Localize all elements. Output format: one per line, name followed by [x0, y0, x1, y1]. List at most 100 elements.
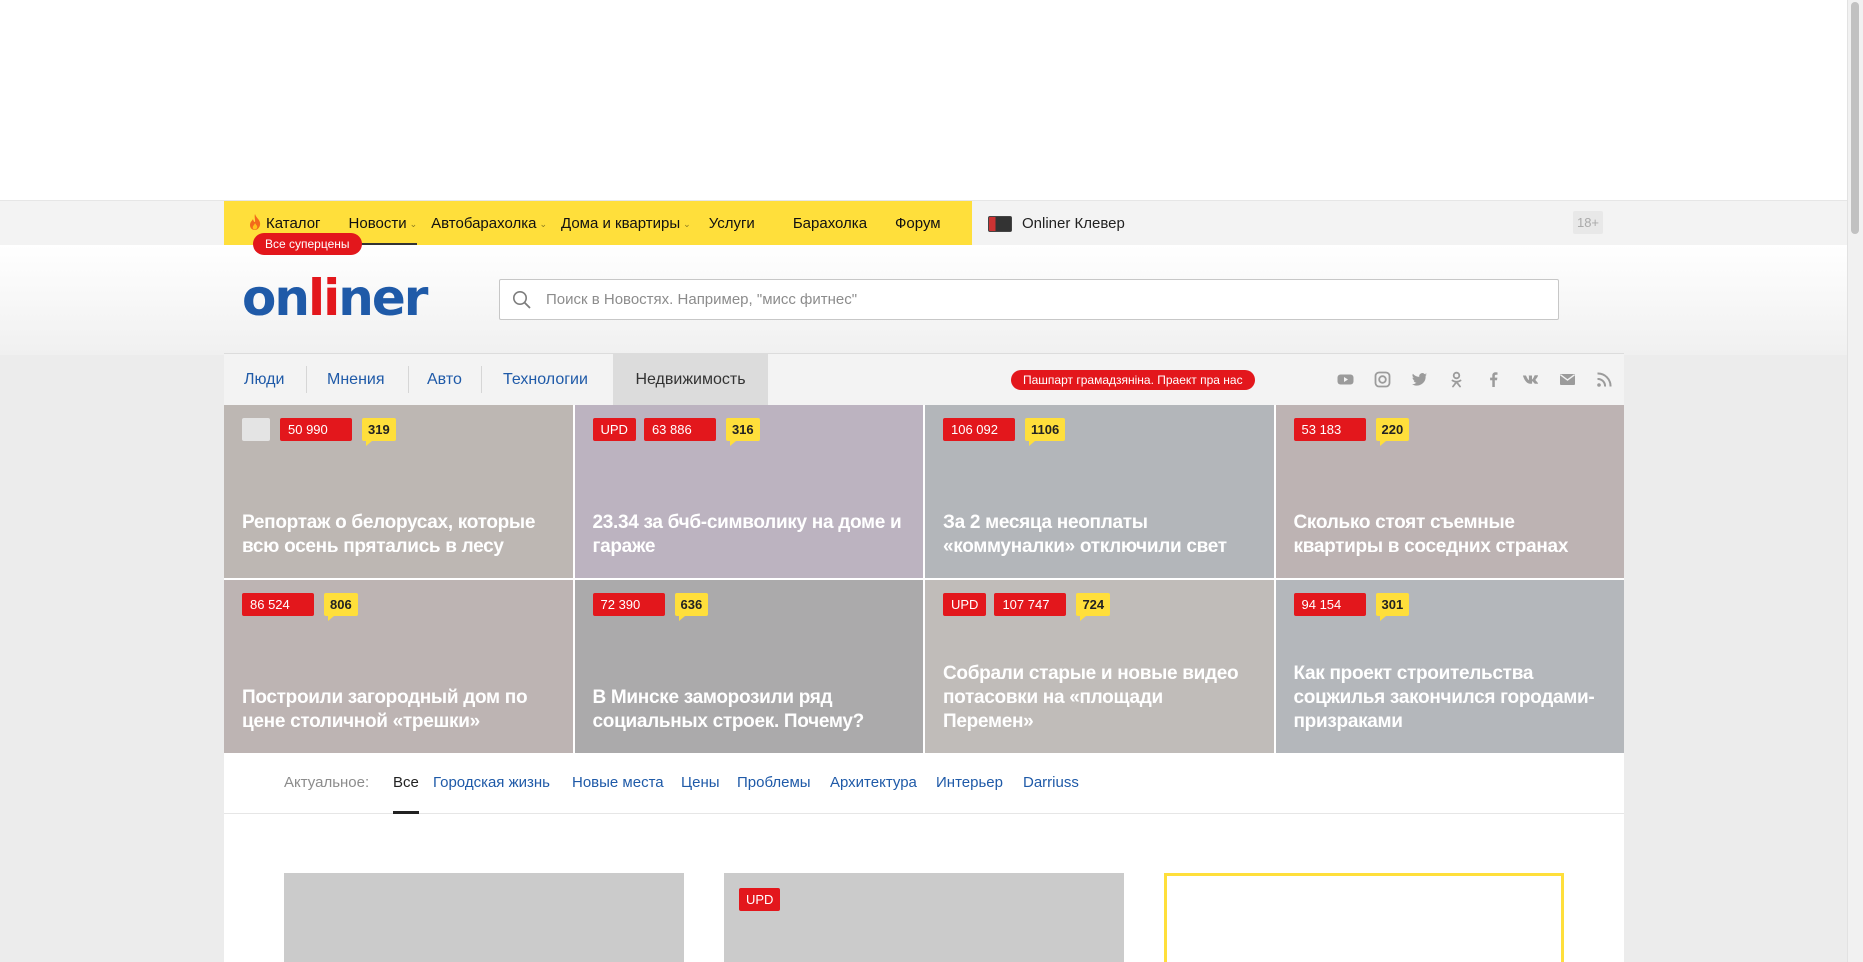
logo-part: on: [242, 269, 310, 327]
tile-stats: UPD 63 886 316: [592, 418, 760, 446]
news-tile[interactable]: 86 524 806 Построили загородный дом по ц…: [224, 580, 573, 753]
views-badge: 72 390: [592, 593, 665, 616]
topics-bar: Актуальное: Все Городская жизнь Новые ме…: [224, 753, 1624, 814]
topic-interior[interactable]: Интерьер: [936, 753, 1003, 813]
tile-title[interactable]: Построили загородный дом по цене столичн…: [242, 686, 553, 734]
chevron-down-icon: ⌄: [409, 219, 418, 229]
nav-item-label: Новости: [348, 215, 407, 232]
youtube-icon[interactable]: [1336, 370, 1355, 389]
news-tile[interactable]: 50 990 319 Репортаж о белорусах, которые…: [224, 405, 573, 578]
tile-stats: UPD 107 747 724: [943, 593, 1111, 621]
nav-item-auto-market[interactable]: Автобарахолка ⌄: [431, 201, 547, 246]
tile-stats: 53 183 220: [1293, 418, 1410, 446]
tile-stats: 72 390 636: [592, 593, 709, 621]
comments-badge[interactable]: 636: [674, 593, 709, 621]
tile-title[interactable]: Собрали старые и новые видео потасовки н…: [943, 662, 1254, 734]
tile-title[interactable]: 23.34 за бчб-символику на доме и гараже: [593, 511, 904, 559]
nav-item-label: Дома и квартиры: [561, 215, 681, 232]
article-card[interactable]: [284, 873, 684, 962]
topics-label: Актуальное:: [284, 774, 370, 791]
onliner-logo[interactable]: onliner: [242, 268, 428, 328]
chevron-down-icon: ⌄: [539, 219, 547, 229]
topic-new-places[interactable]: Новые места: [572, 753, 664, 813]
rubrics-bar: Люди Мнения Авто Технологии Недвижимость…: [224, 353, 1624, 406]
views-badge: 50 990: [280, 418, 352, 441]
twitter-icon[interactable]: [1410, 370, 1429, 389]
fire-icon: [250, 214, 261, 230]
topic-architecture[interactable]: Архитектура: [830, 753, 917, 813]
instagram-icon[interactable]: [1373, 370, 1392, 389]
nav-item-services[interactable]: Услуги: [709, 201, 755, 246]
comments-badge[interactable]: 319: [362, 418, 396, 446]
age-badge: 18+: [1573, 211, 1603, 234]
nav-item-label: Каталог: [266, 215, 321, 232]
topic-prices[interactable]: Цены: [681, 753, 720, 813]
nav-item-baraholka[interactable]: Барахолка: [793, 201, 867, 246]
comments-badge[interactable]: 806: [324, 593, 358, 621]
tile-title[interactable]: Сколько стоят съемные квартиры в соседни…: [1294, 511, 1605, 559]
mail-icon[interactable]: [1558, 370, 1577, 389]
article-card[interactable]: UPD: [724, 873, 1124, 962]
ad-box[interactable]: [1164, 873, 1564, 962]
news-tile[interactable]: UPD 107 747 724 Собрали старые и новые в…: [925, 580, 1274, 753]
topic-darriuss[interactable]: Darriuss: [1023, 753, 1079, 813]
logo-part: ner: [338, 269, 428, 327]
comments-badge[interactable]: 316: [725, 418, 760, 446]
search-input[interactable]: [544, 280, 1538, 319]
news-tile[interactable]: 72 390 636 В Минске заморозили ряд социа…: [574, 580, 923, 753]
nav-item-realty[interactable]: Дома и квартиры ⌄: [561, 201, 691, 246]
topic-problems[interactable]: Проблемы: [737, 753, 811, 813]
topic-city-life[interactable]: Городская жизнь: [433, 753, 550, 813]
klever-link[interactable]: Onliner Клевер: [988, 201, 1125, 246]
tile-stats: 106 092 1106: [943, 418, 1066, 446]
news-tile[interactable]: 94 154 301 Как проект строительства соцж…: [1275, 580, 1624, 753]
vk-icon[interactable]: [1521, 370, 1540, 389]
facebook-icon[interactable]: [1484, 370, 1503, 389]
news-tile[interactable]: UPD 63 886 316 23.34 за бчб-символику на…: [574, 405, 923, 578]
views-badge: 53 183: [1293, 418, 1366, 441]
search-icon[interactable]: [512, 290, 531, 309]
news-tile[interactable]: 106 092 1106 За 2 месяца неоплаты «комму…: [925, 405, 1274, 578]
rss-icon[interactable]: [1595, 370, 1614, 389]
nav-item-label: Форум: [895, 215, 941, 232]
tile-stats: 50 990 319: [242, 418, 396, 446]
comments-badge[interactable]: 1106: [1025, 418, 1066, 446]
news-tile[interactable]: 53 183 220 Сколько стоят съемные квартир…: [1275, 405, 1624, 578]
tile-title[interactable]: Репортаж о белорусах, которые всю осень …: [242, 511, 553, 559]
views-badge: 106 092: [943, 418, 1015, 441]
social-links: [1318, 354, 1614, 405]
rubric-realty[interactable]: Недвижимость: [613, 354, 768, 405]
ad-space: [0, 0, 1848, 200]
odnoklassniki-icon[interactable]: [1447, 370, 1466, 389]
scrollbar[interactable]: [1847, 0, 1863, 962]
comments-badge[interactable]: 220: [1375, 418, 1410, 446]
upd-badge: UPD: [739, 888, 781, 911]
upd-badge: UPD: [592, 418, 636, 441]
tile-stats: 94 154 301: [1293, 593, 1410, 621]
rubric-technology[interactable]: Технологии: [503, 354, 588, 405]
views-badge: 63 886: [643, 418, 716, 441]
rubric-opinions[interactable]: Мнения: [327, 354, 385, 405]
divider: [306, 366, 307, 393]
rubric-people[interactable]: Люди: [244, 354, 284, 405]
nav-item-label: Услуги: [708, 215, 755, 232]
divider: [408, 366, 409, 393]
upd-badge: UPD: [943, 593, 987, 616]
klever-icon: [988, 215, 1012, 232]
topic-all[interactable]: Все: [393, 753, 419, 814]
search-box: [499, 279, 1559, 320]
rubric-auto[interactable]: Авто: [427, 354, 462, 405]
nav-item-forum[interactable]: Форум: [895, 201, 941, 246]
nav-item-label: Барахолка: [792, 215, 868, 232]
superprice-badge[interactable]: Все суперцены: [253, 233, 362, 255]
tile-title[interactable]: В Минске заморозили ряд социальных строе…: [593, 686, 904, 734]
divider: [481, 366, 482, 393]
views-badge: 107 747: [994, 593, 1067, 616]
views-badge: 86 524: [242, 593, 314, 616]
tile-title[interactable]: Как проект строительства соцжилья законч…: [1294, 662, 1605, 734]
tile-title[interactable]: За 2 месяца неоплаты «коммуналки» отключ…: [943, 511, 1254, 559]
scrollbar-thumb[interactable]: [1851, 2, 1859, 234]
comments-badge[interactable]: 301: [1375, 593, 1410, 621]
project-badge[interactable]: Пашпарт грамадзяніна. Праект пра нас: [1011, 370, 1255, 390]
comments-badge[interactable]: 724: [1076, 593, 1111, 621]
